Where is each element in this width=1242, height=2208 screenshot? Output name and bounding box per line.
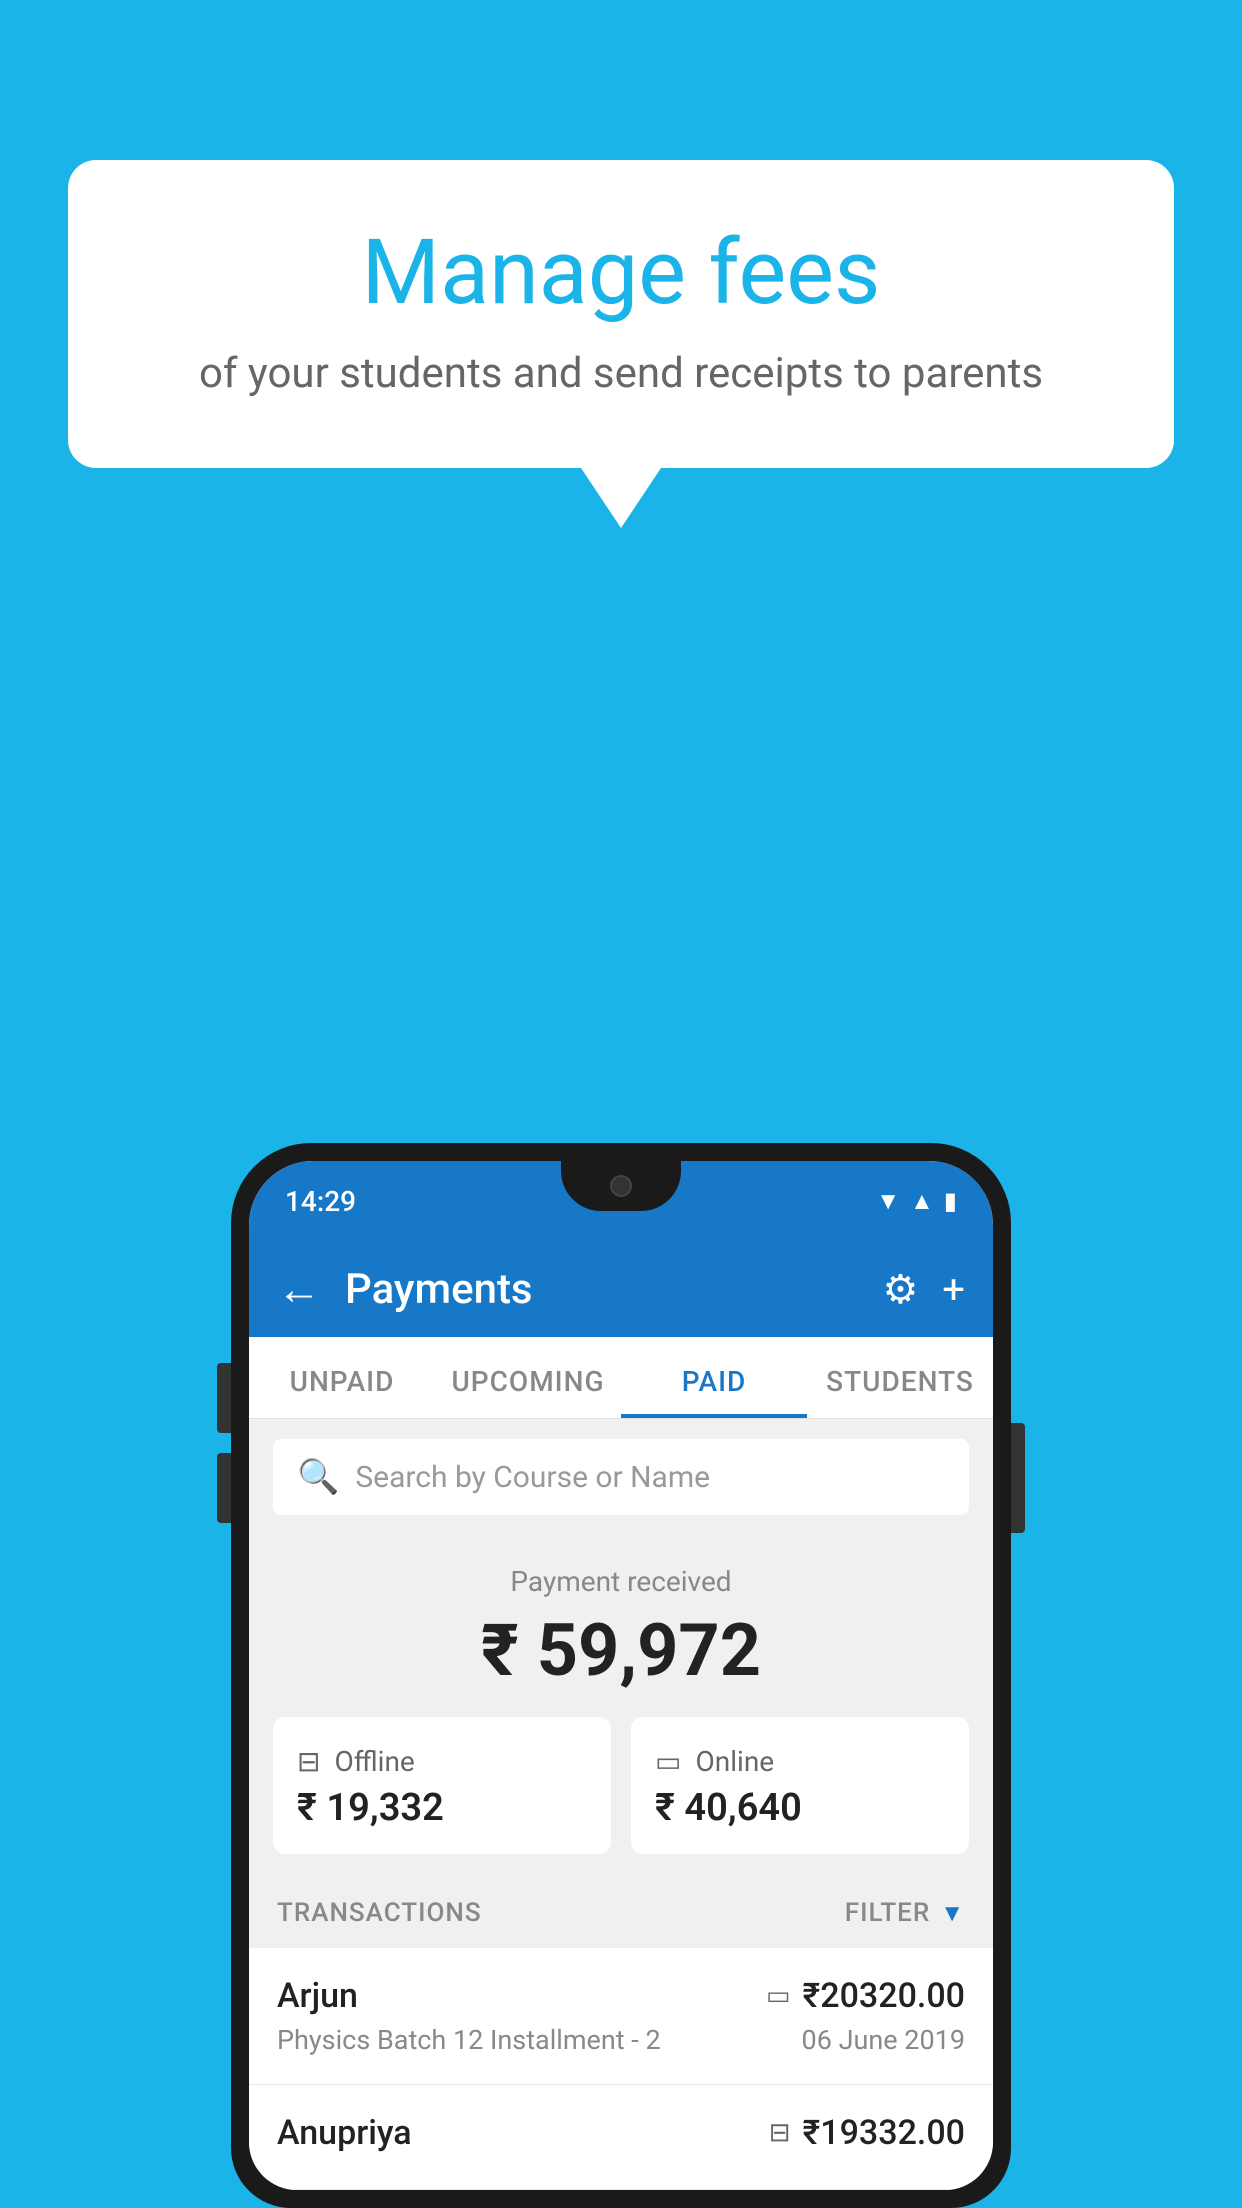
offline-amount: ₹ 19,332 (297, 1786, 444, 1830)
speech-bubble-tail (581, 468, 661, 528)
speech-bubble: Manage fees of your students and send re… (68, 160, 1174, 468)
wifi-icon: ▼ (876, 1187, 900, 1216)
phone-frame-wrapper: 14:29 ▼ ▲ ▮ ← Payments ⚙ + (231, 1143, 1011, 2208)
tab-unpaid[interactable]: UNPAID (249, 1337, 435, 1418)
app-header: ← Payments ⚙ + (249, 1241, 993, 1337)
offline-card: ⊟ Offline ₹ 19,332 (273, 1717, 611, 1854)
transaction-row-arjun[interactable]: Arjun ▭ ₹20320.00 Physics Batch 12 Insta… (249, 1948, 993, 2085)
online-payment-icon: ▭ (766, 1981, 791, 2011)
add-icon[interactable]: + (942, 1266, 965, 1313)
transactions-header: TRANSACTIONS FILTER ▼ (249, 1878, 993, 1948)
signal-icon: ▲ (910, 1187, 934, 1216)
header-actions: ⚙ + (882, 1266, 965, 1313)
back-button[interactable]: ← (277, 1263, 321, 1315)
speech-bubble-wrapper: Manage fees of your students and send re… (68, 160, 1174, 528)
status-bar: 14:29 ▼ ▲ ▮ (249, 1161, 993, 1241)
speech-bubble-title: Manage fees (148, 220, 1094, 325)
phone-side-left (217, 1363, 231, 1523)
transaction-amount: ₹20320.00 (803, 1976, 965, 2016)
offline-payment-icon: ⊟ (769, 2118, 791, 2148)
offline-icon: ⊟ (297, 1745, 320, 1778)
online-icon: ▭ (655, 1745, 681, 1778)
transaction-amount-2: ₹19332.00 (803, 2113, 965, 2153)
search-placeholder: Search by Course or Name (355, 1460, 710, 1495)
status-icons: ▼ ▲ ▮ (876, 1187, 957, 1216)
tab-upcoming[interactable]: UPCOMING (435, 1337, 621, 1418)
offline-label: Offline (334, 1745, 414, 1778)
battery-icon: ▮ (944, 1187, 957, 1215)
tab-paid[interactable]: PAID (621, 1337, 807, 1418)
phone-side-right (1011, 1423, 1025, 1533)
transaction-row-anupriya[interactable]: Anupriya ⊟ ₹19332.00 (249, 2085, 993, 2190)
notch (561, 1161, 681, 1211)
online-amount: ₹ 40,640 (655, 1786, 802, 1830)
speech-bubble-subtitle: of your students and send receipts to pa… (148, 349, 1094, 398)
phone-frame: 14:29 ▼ ▲ ▮ ← Payments ⚙ + (231, 1143, 1011, 2208)
transaction-amount-wrapper: ▭ ₹20320.00 (766, 1976, 965, 2016)
status-time: 14:29 (285, 1185, 356, 1218)
filter-label: FILTER (845, 1898, 930, 1928)
volume-up-button[interactable] (217, 1363, 231, 1433)
header-title: Payments (345, 1265, 882, 1314)
volume-down-button[interactable] (217, 1453, 231, 1523)
transaction-name: Arjun (277, 1976, 358, 2016)
transaction-row-top: Arjun ▭ ₹20320.00 (277, 1976, 965, 2016)
camera (610, 1175, 632, 1197)
search-bar-wrapper: 🔍 Search by Course or Name (249, 1419, 993, 1535)
search-bar[interactable]: 🔍 Search by Course or Name (273, 1439, 969, 1515)
online-label: Online (695, 1745, 774, 1778)
payment-total-amount: ₹ 59,972 (273, 1608, 969, 1693)
filter-button[interactable]: FILTER ▼ (845, 1898, 965, 1928)
online-card-top: ▭ Online (655, 1745, 774, 1778)
tabs-bar: UNPAID UPCOMING PAID STUDENTS (249, 1337, 993, 1419)
transaction-course: Physics Batch 12 Installment - 2 (277, 2024, 661, 2056)
transaction-row-top-2: Anupriya ⊟ ₹19332.00 (277, 2113, 965, 2153)
transaction-date: 06 June 2019 (802, 2024, 965, 2056)
phone-screen: 14:29 ▼ ▲ ▮ ← Payments ⚙ + (249, 1161, 993, 2190)
transaction-row-bottom: Physics Batch 12 Installment - 2 06 June… (277, 2024, 965, 2056)
search-icon: 🔍 (297, 1457, 339, 1497)
offline-card-top: ⊟ Offline (297, 1745, 415, 1778)
power-button[interactable] (1011, 1423, 1025, 1533)
filter-icon: ▼ (940, 1899, 965, 1928)
payment-summary: Payment received ₹ 59,972 ⊟ Offline ₹ 19… (249, 1535, 993, 1878)
payment-received-label: Payment received (273, 1565, 969, 1598)
transaction-amount-wrapper-2: ⊟ ₹19332.00 (769, 2113, 965, 2153)
settings-icon[interactable]: ⚙ (882, 1266, 918, 1313)
payment-cards: ⊟ Offline ₹ 19,332 ▭ Online ₹ 40,640 (273, 1717, 969, 1854)
transaction-name-2: Anupriya (277, 2113, 412, 2153)
tab-students[interactable]: STUDENTS (807, 1337, 993, 1418)
online-card: ▭ Online ₹ 40,640 (631, 1717, 969, 1854)
transactions-label: TRANSACTIONS (277, 1898, 482, 1928)
